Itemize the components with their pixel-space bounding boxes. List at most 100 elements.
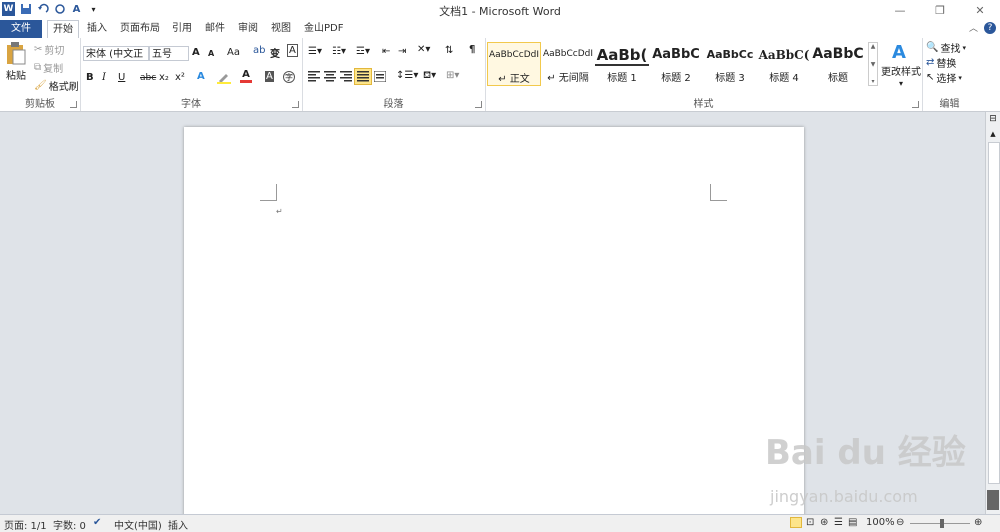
char-border-icon[interactable]: A xyxy=(287,44,298,57)
format-painter-button[interactable]: 🖌 格式刷 xyxy=(34,78,79,93)
superscript-button[interactable]: x² xyxy=(175,72,185,83)
chevron-down-icon[interactable]: ▼ xyxy=(871,61,876,68)
scissors-icon: ✂ xyxy=(34,44,43,55)
full-screen-icon[interactable]: ⊡ xyxy=(806,517,814,528)
restore-icon[interactable]: ❐ xyxy=(920,0,960,20)
chinese-layout-icon[interactable]: ✕▾ xyxy=(417,44,430,55)
enclose-char-icon[interactable]: 字 xyxy=(283,71,295,83)
tab-references[interactable]: 引用 xyxy=(167,20,197,38)
show-marks-icon[interactable]: ¶ xyxy=(469,44,475,55)
more-icon[interactable]: ▾ xyxy=(871,78,874,85)
web-layout-icon[interactable]: ⊛ xyxy=(820,517,828,528)
replace-button[interactable]: ⇄ 替换 xyxy=(926,55,956,70)
text-effect-icon[interactable]: A xyxy=(197,71,205,82)
tab-kingsoft-pdf[interactable]: 金山PDF xyxy=(299,20,348,38)
font-size-select[interactable]: 五号 xyxy=(149,46,189,61)
bold-button[interactable]: B xyxy=(86,72,94,83)
chevron-up-icon[interactable]: ▲ xyxy=(871,43,876,50)
phonetic-icon[interactable]: 变 xyxy=(270,45,280,60)
subscript-button[interactable]: x₂ xyxy=(159,72,169,83)
font-name-select[interactable]: 宋体 (中文正文 xyxy=(83,46,149,61)
svg-text:A: A xyxy=(892,42,906,62)
shading-icon[interactable]: ⛾▾ xyxy=(423,70,436,83)
language-status[interactable]: 中文(中国) xyxy=(114,517,162,532)
strikethrough-button[interactable]: abc xyxy=(140,73,156,83)
minimize-icon[interactable]: — xyxy=(880,0,920,20)
zoom-out-icon[interactable]: ⊖ xyxy=(896,517,904,528)
char-shading-icon[interactable]: A xyxy=(265,71,274,82)
scroll-down-icon[interactable] xyxy=(987,490,999,510)
clipboard-group-label: 剪贴板 xyxy=(25,99,55,110)
styles-gallery: AaBbCcDdI ↵ 正文 AaBbCcDdI ↵ 无间隔 AaBb( 标题 … xyxy=(487,42,867,86)
distributed-icon[interactable] xyxy=(374,71,386,82)
italic-button[interactable]: I xyxy=(102,72,106,83)
paste-button[interactable]: 粘贴 xyxy=(5,41,27,82)
select-button[interactable]: ↖ 选择 ▾ xyxy=(926,70,962,85)
scroll-thumb[interactable] xyxy=(988,142,1000,484)
sort-icon[interactable]: ⇅ xyxy=(445,45,453,56)
style-heading-4[interactable]: AaBbC( 标题 4 xyxy=(757,42,811,86)
style-title[interactable]: AaBbC 标题 xyxy=(811,42,865,86)
decrease-indent-icon[interactable]: ⇤ xyxy=(382,46,390,57)
font-color-icon[interactable]: A xyxy=(240,69,252,83)
paragraph-group-label: 段落 xyxy=(383,99,404,110)
numbering-icon[interactable]: ☷▾ xyxy=(332,46,346,57)
grow-font-button[interactable]: A xyxy=(192,47,200,58)
find-button[interactable]: 🔍 查找 ▾ xyxy=(926,40,966,55)
style-heading-3[interactable]: AaBbCc 标题 3 xyxy=(703,42,757,86)
highlight-icon[interactable] xyxy=(217,71,231,84)
tab-view[interactable]: 视图 xyxy=(266,20,296,38)
copy-button[interactable]: ⧉ 复制 xyxy=(34,60,63,75)
align-left-icon[interactable] xyxy=(308,71,320,82)
zoom-level[interactable]: 100% xyxy=(866,517,895,528)
proofing-icon[interactable]: ✔ xyxy=(93,517,101,528)
underline-button[interactable]: U xyxy=(118,72,125,83)
help-icon[interactable]: ? xyxy=(984,21,996,34)
align-right-icon[interactable] xyxy=(340,71,352,82)
font-launcher-icon[interactable] xyxy=(292,101,299,108)
style-heading-1[interactable]: AaBb( 标题 1 xyxy=(595,42,649,86)
zoom-in-icon[interactable]: ⊕ xyxy=(974,517,982,528)
styles-scroll[interactable]: ▲ ▼ ▾ xyxy=(868,42,878,86)
print-layout-icon[interactable] xyxy=(790,517,802,528)
multilevel-list-icon[interactable]: ☲▾ xyxy=(356,46,370,57)
clipboard-launcher-icon[interactable] xyxy=(70,101,77,108)
word-count[interactable]: 字数: 0 xyxy=(53,517,86,532)
ruler-toggle-icon[interactable]: ⊟ xyxy=(987,114,999,126)
scroll-up-icon[interactable]: ▲ xyxy=(987,130,999,140)
change-case-button[interactable]: Aa xyxy=(227,47,240,58)
bullets-icon[interactable]: ☰▾ xyxy=(308,46,322,57)
shrink-font-button[interactable]: A xyxy=(208,49,214,58)
paragraph-launcher-icon[interactable] xyxy=(475,101,482,108)
tab-page-layout[interactable]: 页面布局 xyxy=(115,20,165,38)
change-styles-button[interactable]: A 更改样式 ▾ xyxy=(881,40,921,88)
document-page[interactable]: ↵ xyxy=(184,127,804,517)
outline-icon[interactable]: ☰ xyxy=(834,517,843,528)
justify-icon[interactable] xyxy=(354,68,372,85)
clear-format-icon[interactable]: ab xyxy=(253,45,265,56)
style-sample: AaBbC xyxy=(812,46,864,62)
insert-mode[interactable]: 插入 xyxy=(168,517,188,532)
cut-button[interactable]: ✂ 剪切 xyxy=(34,42,64,57)
brush-icon: 🖌 xyxy=(34,80,47,91)
draft-icon[interactable]: ▤ xyxy=(848,517,857,528)
window-title: 文档1 - Microsoft Word xyxy=(439,5,561,18)
borders-icon[interactable]: ⊞▾ xyxy=(446,70,459,81)
collapse-ribbon-icon[interactable]: ︿ xyxy=(969,21,978,34)
close-icon[interactable]: ✕ xyxy=(960,0,1000,20)
style-normal[interactable]: AaBbCcDdI ↵ 正文 xyxy=(487,42,541,86)
tab-home[interactable]: 开始 xyxy=(47,20,79,40)
styles-launcher-icon[interactable] xyxy=(912,101,919,108)
style-heading-2[interactable]: AaBbC 标题 2 xyxy=(649,42,703,86)
page-count[interactable]: 页面: 1/1 xyxy=(4,517,47,532)
vertical-scrollbar[interactable]: ⊟ ▲ xyxy=(985,112,1000,514)
align-center-icon[interactable] xyxy=(324,71,336,82)
tab-file[interactable]: 文件 xyxy=(0,20,42,38)
tab-insert[interactable]: 插入 xyxy=(82,20,112,38)
tab-mailings[interactable]: 邮件 xyxy=(200,20,230,38)
style-no-spacing[interactable]: AaBbCcDdI ↵ 无间隔 xyxy=(541,42,595,86)
line-spacing-icon[interactable]: ↕☰▾ xyxy=(396,70,418,81)
increase-indent-icon[interactable]: ⇥ xyxy=(398,46,406,57)
tab-review[interactable]: 审阅 xyxy=(233,20,263,38)
zoom-slider-thumb[interactable] xyxy=(940,519,944,528)
